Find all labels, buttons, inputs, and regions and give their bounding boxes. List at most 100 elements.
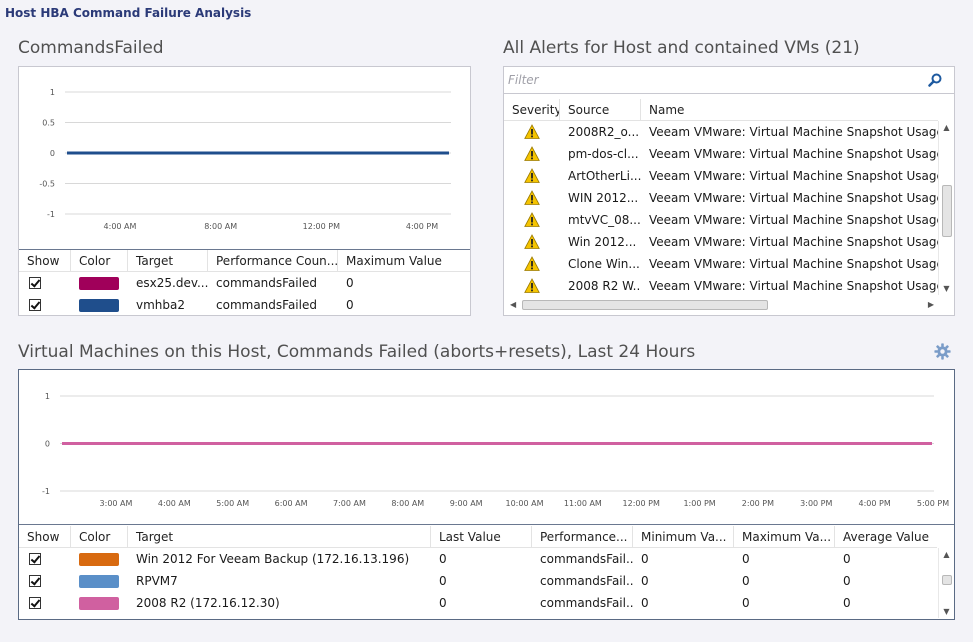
column-header-color[interactable]: Color: [71, 526, 128, 547]
alerts-table: Severity Source Name 2008R2_o... Veeam VM…: [504, 99, 938, 297]
vm-chart-x-tick-label: 4:00 PM: [859, 499, 891, 508]
column-header-performance[interactable]: Performance...: [532, 526, 633, 547]
cf-chart-y-tick-label: 1: [50, 88, 55, 97]
scroll-down-arrow[interactable]: ▼: [939, 284, 954, 293]
cf-chart-y-tick-label: 0: [50, 149, 55, 158]
scroll-right-arrow[interactable]: ▶: [928, 300, 934, 309]
alert-row[interactable]: mtvVC_08... Veeam VMware: Virtual Machine…: [504, 209, 938, 231]
vms-vertical-scrollbar[interactable]: ▲ ▼: [938, 548, 954, 618]
vms-panel: 1 0 -1 3:00 AM 4:00 AM 5:00 AM 6:00 AM 7:00 AM 8…: [18, 369, 955, 620]
scroll-down-arrow[interactable]: ▼: [939, 607, 954, 616]
alerts-title: All Alerts for Host and contained VMs (2…: [503, 38, 860, 58]
gear-icon[interactable]: [934, 343, 951, 360]
name-cell: Veeam VMware: Virtual Machine Snapshot U…: [649, 191, 938, 205]
alerts-vertical-scrollbar[interactable]: ▲ ▼: [938, 121, 954, 295]
name-cell: Veeam VMware: Virtual Machine Snapshot U…: [649, 213, 938, 227]
filter-input[interactable]: Filter: [504, 67, 954, 94]
column-header-color[interactable]: Color: [71, 250, 128, 271]
column-header-max[interactable]: Maximum Va...: [734, 526, 835, 547]
warning-icon: [524, 212, 540, 227]
column-header-min[interactable]: Minimum Va...: [633, 526, 734, 547]
vm-chart-x-tick-label: 1:00 PM: [683, 499, 715, 508]
name-cell: Veeam VMware: Virtual Machine Snapshot U…: [649, 279, 938, 293]
scroll-up-arrow[interactable]: ▲: [939, 550, 954, 559]
column-header-max[interactable]: Maximum Value: [338, 250, 470, 271]
source-cell: Clone Win...: [568, 257, 640, 271]
performance-cell: commandsFail...: [540, 596, 633, 610]
warning-icon: [524, 256, 540, 271]
column-header-counter[interactable]: Performance Coun...: [208, 250, 338, 271]
column-header-name[interactable]: Name: [641, 99, 938, 120]
column-header-last-value[interactable]: Last Value: [431, 526, 532, 547]
vms-title: Virtual Machines on this Host, Commands …: [18, 342, 696, 362]
alert-row[interactable]: 2008 R2 W... Veeam VMware: Virtual Machin…: [504, 275, 938, 297]
column-header-source[interactable]: Source: [560, 99, 641, 120]
column-header-show[interactable]: Show: [19, 526, 71, 547]
table-row[interactable]: esx25.dev... commandsFailed 0: [19, 272, 470, 294]
alert-row[interactable]: ArtOtherLi... Veeam VMware: Virtual Machi…: [504, 165, 938, 187]
column-header-severity[interactable]: Severity: [504, 99, 560, 120]
show-checkbox[interactable]: [29, 575, 41, 587]
name-cell: Veeam VMware: Virtual Machine Snapshot U…: [649, 235, 938, 249]
source-cell: WIN 2012...: [568, 191, 639, 205]
table-row[interactable]: 2008 R2 (172.16.12.30) 0 commandsFail... 0 0…: [19, 592, 937, 614]
show-checkbox[interactable]: [29, 299, 41, 311]
vm-chart-x-tick-label: 3:00 AM: [100, 499, 133, 508]
vms-table: Show Color Target Last Value Performance…: [19, 526, 937, 614]
show-checkbox[interactable]: [29, 597, 41, 609]
target-cell: esx25.dev...: [136, 276, 208, 290]
source-cell: 2008 R2 W...: [568, 279, 641, 293]
commands-failed-table: Show Color Target Performance Coun... Ma…: [19, 250, 470, 316]
last-value-cell: 0: [439, 552, 447, 566]
scroll-thumb[interactable]: [942, 185, 952, 237]
source-cell: ArtOtherLi...: [568, 169, 641, 183]
cf-chart-y-tick-label: -1: [47, 210, 55, 219]
performance-cell: commandsFail...: [540, 552, 633, 566]
show-checkbox[interactable]: [29, 553, 41, 565]
column-header-show[interactable]: Show: [19, 250, 71, 271]
alert-row[interactable]: 2008R2_o... Veeam VMware: Virtual Machine…: [504, 121, 938, 143]
name-cell: Veeam VMware: Virtual Machine Snapshot U…: [649, 169, 938, 183]
scroll-thumb[interactable]: [942, 575, 952, 585]
table-row[interactable]: Win 2012 For Veeam Backup (172.16.13.196…: [19, 548, 937, 570]
commands-failed-title: CommandsFailed: [18, 38, 164, 58]
column-header-average[interactable]: Average Value: [835, 526, 937, 547]
column-header-target[interactable]: Target: [128, 526, 431, 547]
cf-chart-y-tick-label: 0.5: [42, 119, 55, 128]
scroll-thumb[interactable]: [522, 300, 768, 310]
search-icon[interactable]: [928, 73, 942, 87]
max-cell: 0: [346, 276, 354, 290]
alert-row[interactable]: Clone Win... Veeam VMware: Virtual Machin…: [504, 253, 938, 275]
vm-chart-x-tick-label: 12:00 PM: [623, 499, 660, 508]
table-row[interactable]: vmhba2 commandsFailed 0: [19, 294, 470, 316]
target-cell: vmhba2: [136, 298, 186, 312]
alert-row[interactable]: Win 2012... Veeam VMware: Virtual Machine…: [504, 231, 938, 253]
name-cell: Veeam VMware: Virtual Machine Snapshot U…: [649, 257, 938, 271]
table-row[interactable]: RPVM7 0 commandsFail... 0 0 0: [19, 570, 937, 592]
target-cell: RPVM7: [136, 574, 178, 588]
alert-row[interactable]: pm-dos-cl... Veeam VMware: Virtual Machin…: [504, 143, 938, 165]
max-cell: 0: [742, 552, 750, 566]
source-cell: Win 2012...: [568, 235, 637, 249]
vm-chart-x-tick-label: 5:00 AM: [216, 499, 249, 508]
target-cell: 2008 R2 (172.16.12.30): [136, 596, 280, 610]
alert-row[interactable]: WIN 2012... Veeam VMware: Virtual Machine…: [504, 187, 938, 209]
vm-chart-x-tick-label: 10:00 AM: [506, 499, 544, 508]
vm-chart-x-tick-label: 4:00 AM: [158, 499, 191, 508]
vm-chart-x-tick-label: 7:00 AM: [333, 499, 366, 508]
source-cell: mtvVC_08...: [568, 213, 641, 227]
name-cell: Veeam VMware: Virtual Machine Snapshot U…: [649, 147, 938, 161]
warning-icon: [524, 278, 540, 293]
warning-icon: [524, 190, 540, 205]
scroll-up-arrow[interactable]: ▲: [939, 123, 954, 132]
scroll-left-arrow[interactable]: ◀: [510, 300, 516, 309]
max-cell: 0: [346, 298, 354, 312]
column-header-target[interactable]: Target: [128, 250, 208, 271]
show-checkbox[interactable]: [29, 277, 41, 289]
vm-chart-x-tick-label: 5:00 PM: [917, 499, 949, 508]
performance-cell: commandsFail...: [540, 574, 633, 588]
color-swatch: [79, 552, 119, 566]
cf-chart-x-tick-label: 8:00 AM: [204, 222, 237, 231]
counter-cell: commandsFailed: [216, 276, 317, 290]
alerts-horizontal-scrollbar[interactable]: ◀ ▶: [504, 297, 938, 313]
